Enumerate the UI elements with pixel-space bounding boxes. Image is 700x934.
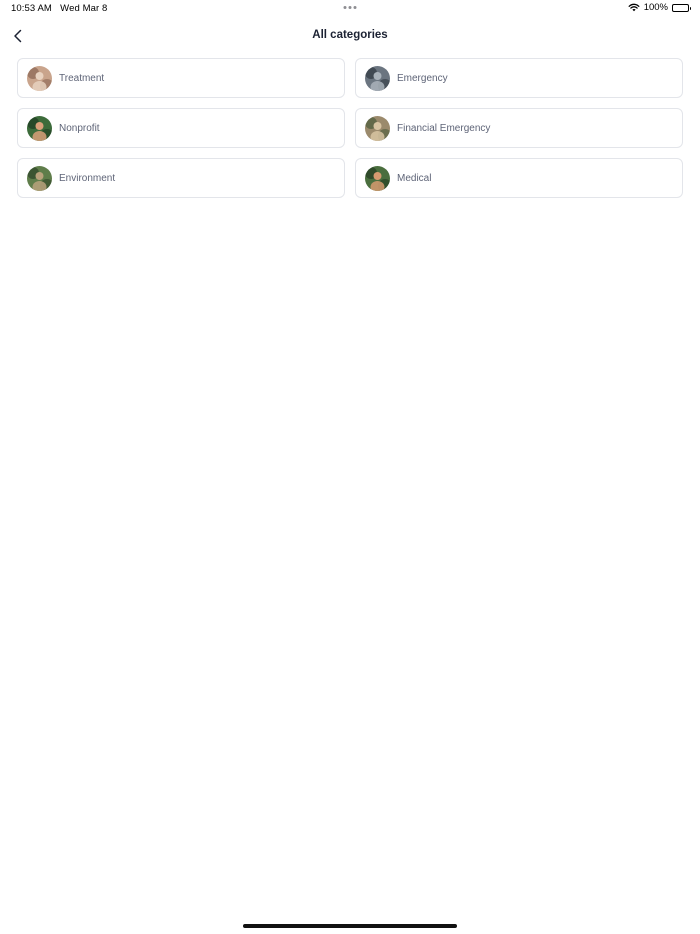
status-bar: 10:53 AM Wed Mar 8 100% bbox=[0, 0, 700, 18]
status-indicators: 100% bbox=[628, 2, 691, 13]
category-card-treatment[interactable]: Treatment bbox=[17, 58, 345, 98]
status-time-value: 10:53 AM bbox=[11, 3, 52, 14]
environment-avatar bbox=[27, 165, 52, 191]
battery-percent: 100% bbox=[643, 2, 668, 13]
page-title: All categories bbox=[312, 29, 388, 41]
category-card-financial-emergency[interactable]: Financial Emergency bbox=[355, 108, 683, 148]
treatment-avatar bbox=[27, 65, 52, 91]
categories-grid: Treatment Emergency Nonprofit Financial Eme… bbox=[17, 58, 683, 198]
status-date: Wed Mar 8 bbox=[60, 3, 108, 14]
wifi-icon bbox=[628, 3, 640, 12]
category-card-nonprofit[interactable]: Nonprofit bbox=[17, 108, 345, 148]
category-label: Financial Emergency bbox=[397, 122, 491, 134]
navigation-bar: All categories bbox=[0, 22, 700, 50]
nonprofit-avatar bbox=[27, 115, 52, 141]
status-time: 10:53 AM Wed Mar 8 bbox=[11, 3, 107, 14]
category-label: Treatment bbox=[59, 72, 105, 84]
category-label: Environment bbox=[59, 172, 116, 184]
multitasking-dots-icon[interactable] bbox=[343, 6, 357, 9]
category-label: Nonprofit bbox=[59, 122, 100, 134]
category-label: Medical bbox=[397, 172, 432, 184]
home-indicator[interactable] bbox=[243, 924, 457, 928]
medical-avatar bbox=[365, 165, 390, 191]
financial-emergency-avatar bbox=[365, 115, 390, 141]
battery-icon bbox=[672, 3, 691, 12]
category-card-medical[interactable]: Medical bbox=[355, 158, 683, 198]
category-label: Emergency bbox=[397, 72, 448, 84]
category-card-environment[interactable]: Environment bbox=[17, 158, 345, 198]
category-card-emergency[interactable]: Emergency bbox=[355, 58, 683, 98]
emergency-avatar bbox=[365, 65, 390, 91]
